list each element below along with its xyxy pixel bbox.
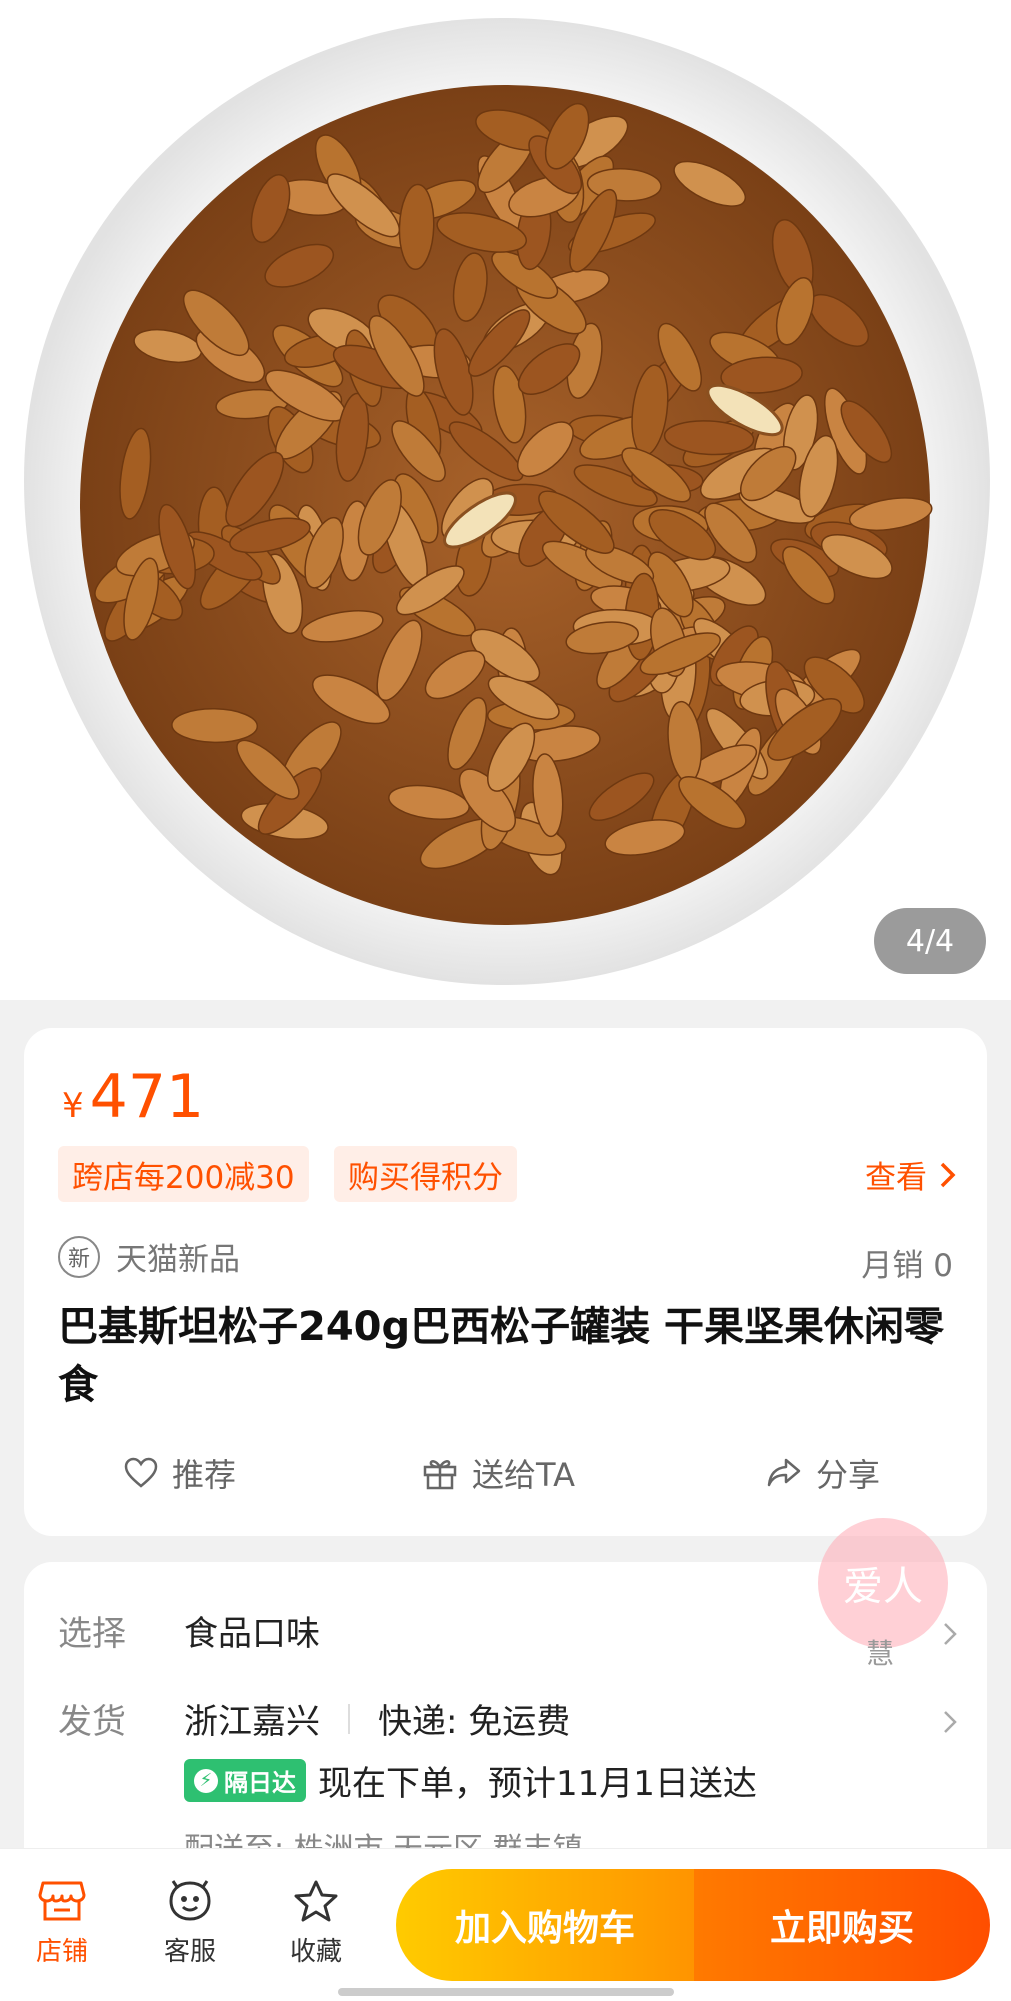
shop-label: 店铺 — [35, 1937, 88, 1967]
bottom-action-bar: 店铺 客服 收藏 加入购物车 立即购买 — [0, 1848, 1011, 2001]
star-icon — [294, 1880, 338, 1922]
gift-icon — [423, 1460, 457, 1490]
ship-origin: 浙江嘉兴 — [184, 1702, 320, 1742]
monthly-sales: 月销 0 — [861, 1248, 953, 1284]
shop-button[interactable]: 店铺 — [12, 1879, 112, 1968]
shop-icon — [38, 1881, 86, 1921]
select-key: 选择 — [58, 1614, 126, 1654]
favorite-label: 收藏 — [289, 1937, 342, 1967]
recommend-button[interactable]: 推荐 — [124, 1450, 236, 1496]
next-day-label: 隔日达 — [224, 1769, 296, 1797]
chevron-right-icon[interactable] — [943, 1710, 957, 1734]
heart-icon — [124, 1457, 158, 1488]
view-label: 查看 — [865, 1160, 927, 1196]
service-face-icon — [169, 1880, 211, 1921]
watermark-avatar: 爱人 — [818, 1518, 948, 1648]
watermark-sub: 慧 — [866, 1637, 895, 1670]
delivery-text: 现在下单，预计11月1日送达 — [318, 1764, 757, 1804]
pine-nuts-photo — [24, 17, 990, 985]
select-flavor-row[interactable]: 选择 食品口味 — [58, 1606, 320, 1655]
new-icon: 新 — [58, 1235, 100, 1278]
promo-tag-points[interactable]: 购买得积分 — [334, 1146, 517, 1202]
share-icon — [767, 1458, 801, 1487]
customer-service-button[interactable]: 客服 — [140, 1879, 240, 1968]
view-promos-button[interactable]: 查看 — [865, 1152, 957, 1197]
delivery-estimate: ⚡ 隔日达 现在下单，预计11月1日送达 — [184, 1756, 757, 1805]
add-to-cart-button[interactable]: 加入购物车 — [396, 1869, 694, 1981]
ship-express: 快递: 免运费 — [378, 1702, 571, 1742]
product-image-gallery[interactable]: 4/4 — [0, 0, 1011, 1000]
product-title: 巴基斯坦松子240g巴西松子罐装 干果坚果休闲零食 — [58, 1304, 945, 1408]
recommend-label: 推荐 — [172, 1456, 237, 1494]
gift-label: 送给TA — [472, 1456, 575, 1494]
buy-now-button[interactable]: 立即购买 — [694, 1869, 990, 1981]
home-indicator — [338, 1988, 674, 1996]
product-info-card: ¥ 471 跨店每200减30 购买得积分 查看 新 天猫新品 月销 0 巴基斯… — [24, 1028, 987, 1536]
price: ¥ 471 — [62, 1062, 204, 1132]
gift-button[interactable]: 送给TA — [422, 1450, 575, 1496]
shipping-row[interactable]: 发货 浙江嘉兴 快递: 免运费 — [58, 1694, 570, 1743]
share-button[interactable]: 分享 — [766, 1450, 880, 1496]
share-label: 分享 — [816, 1456, 881, 1494]
lightning-icon: ⚡ — [194, 1768, 218, 1793]
select-value: 食品口味 — [184, 1614, 320, 1654]
chevron-right-icon[interactable] — [943, 1622, 957, 1646]
divider — [348, 1703, 350, 1734]
favorite-button[interactable]: 收藏 — [266, 1879, 366, 1968]
next-day-badge: ⚡ 隔日达 — [184, 1759, 306, 1802]
product-actions: 推荐 送给TA 分享 — [24, 1450, 987, 1510]
chevron-right-icon — [940, 1162, 956, 1187]
currency-symbol: ¥ — [62, 1086, 84, 1126]
promo-tag-cross-store[interactable]: 跨店每200减30 — [58, 1146, 309, 1202]
image-counter: 4/4 — [874, 908, 986, 974]
service-label: 客服 — [163, 1937, 216, 1967]
price-amount: 471 — [89, 1062, 205, 1132]
tmall-new-label: 天猫新品 — [116, 1242, 240, 1278]
tmall-new-badge: 新 天猫新品 — [58, 1234, 240, 1279]
pine-nut — [171, 708, 259, 744]
ship-key: 发货 — [58, 1702, 126, 1742]
